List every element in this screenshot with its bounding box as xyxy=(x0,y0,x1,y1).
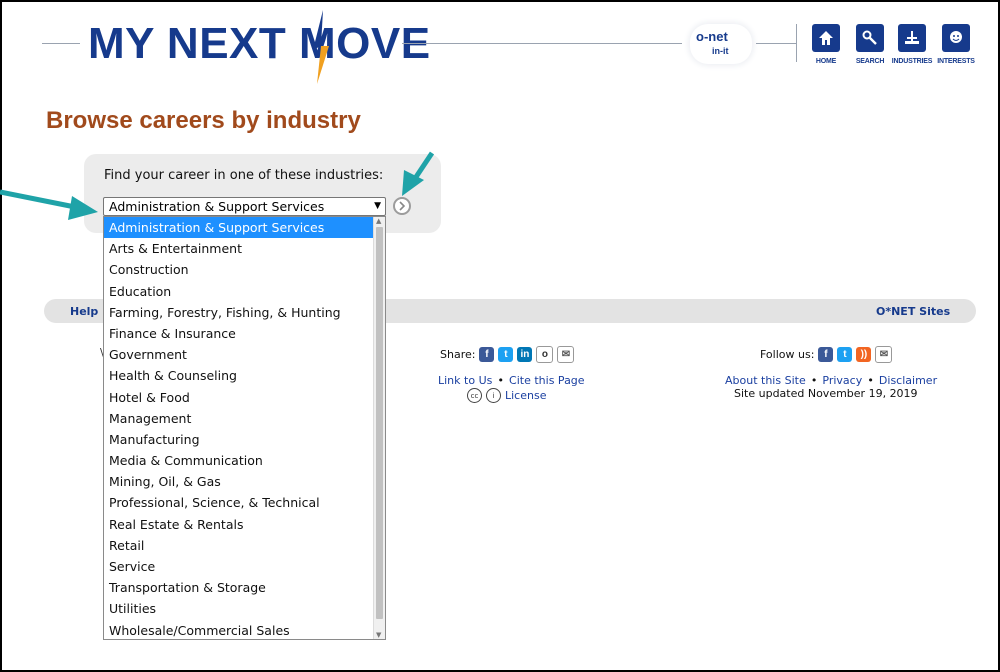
annotation-arrows xyxy=(0,151,435,220)
arrow-to-go-button-icon xyxy=(402,151,435,196)
arrow-to-select-icon xyxy=(0,189,98,220)
